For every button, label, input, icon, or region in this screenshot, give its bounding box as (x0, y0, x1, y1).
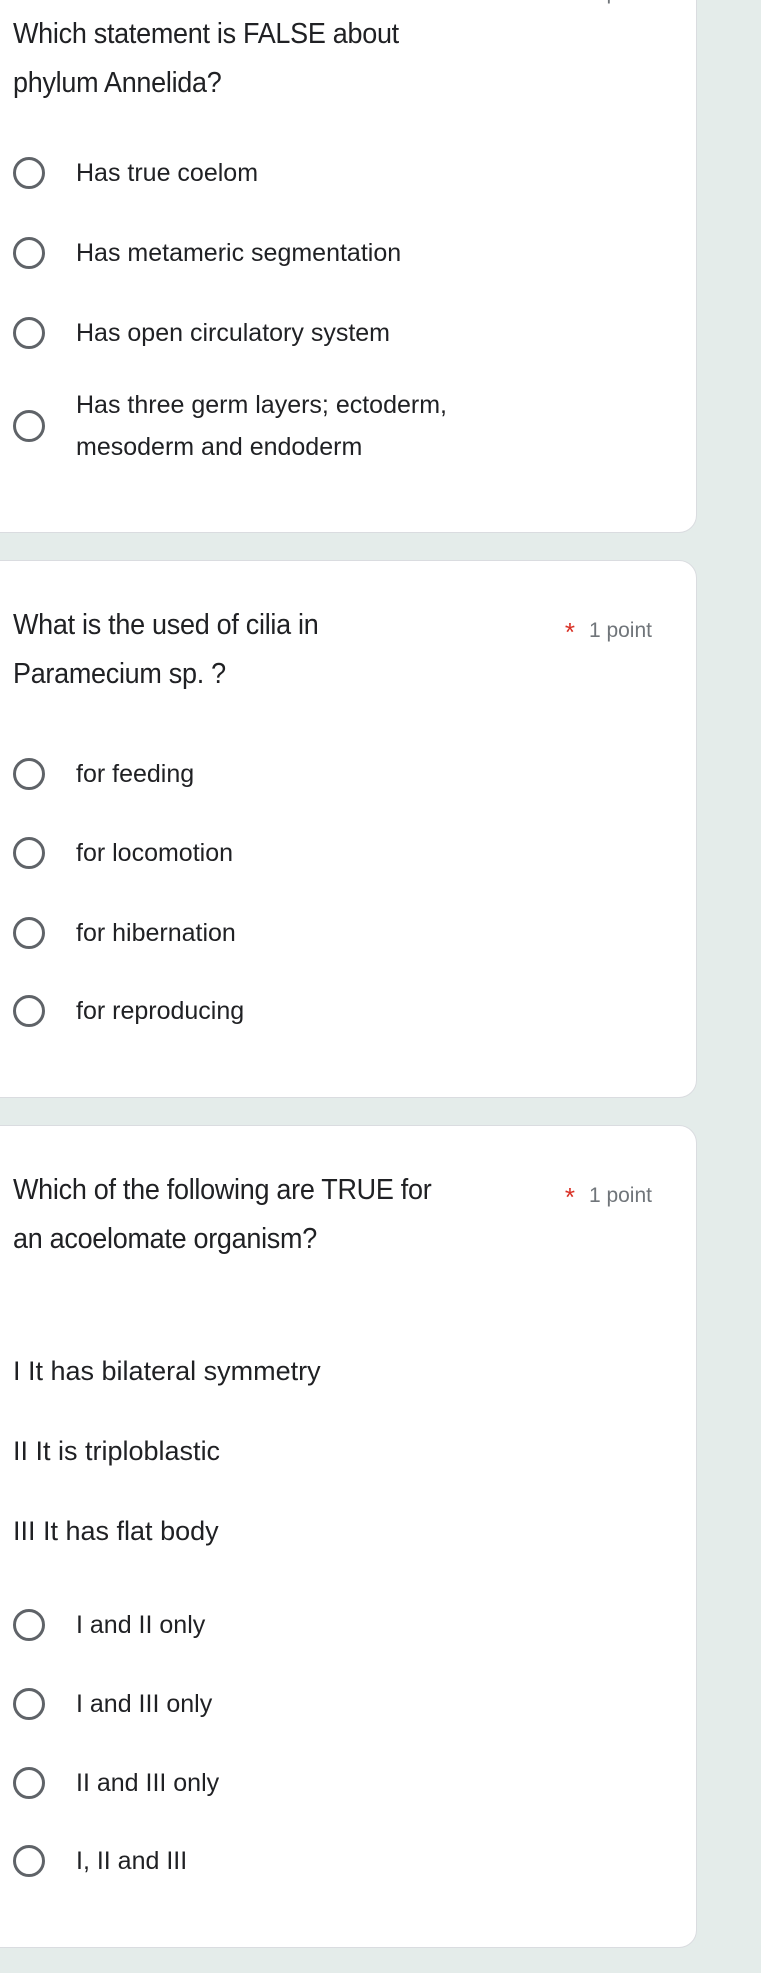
radio-button-icon[interactable] (13, 758, 45, 790)
question-title: What is the used of cilia in Paramecium … (13, 609, 319, 690)
statement-2: II It is triploblastic (13, 1436, 221, 1466)
radio-option[interactable]: Has three germ layers; ectoderm, mesoder… (13, 384, 453, 468)
question-points: * 1 point (564, 1178, 652, 1212)
question-points: * 1 point (564, 613, 652, 647)
points-label: 1 point (589, 0, 652, 4)
radio-button-icon[interactable] (13, 1688, 45, 1720)
required-asterisk: * (564, 1182, 575, 1212)
option-label: Has metameric segmentation (76, 239, 402, 267)
question-points: * 1 point (565, 0, 652, 9)
radio-button-icon[interactable] (13, 837, 45, 869)
radio-option[interactable]: I, II and III (13, 1840, 187, 1882)
required-asterisk: * (564, 617, 575, 647)
option-label: for reproducing (76, 997, 245, 1025)
radio-button-icon[interactable] (13, 237, 45, 269)
radio-button-icon[interactable] (13, 1767, 45, 1799)
radio-option[interactable]: II and III only (13, 1762, 219, 1804)
option-label: for hibernation (76, 919, 236, 947)
radio-button-icon[interactable] (13, 917, 45, 949)
radio-option[interactable]: for locomotion (13, 832, 233, 874)
option-label: I and II only (76, 1611, 206, 1639)
radio-button-icon[interactable] (13, 995, 45, 1027)
radio-option[interactable]: Has metameric segmentation (13, 232, 401, 274)
points-label: 1 point (588, 619, 652, 642)
option-label: Has true coelom (76, 159, 259, 187)
radio-button-icon[interactable] (13, 157, 45, 189)
radio-option[interactable]: I and II only (13, 1604, 205, 1646)
option-label: II and III only (76, 1769, 220, 1797)
question-card-1: * 1 point Which statement is FALSE about … (0, 0, 697, 533)
required-asterisk: * (565, 0, 575, 9)
option-label: I and III only (76, 1690, 213, 1718)
radio-option[interactable]: for reproducing (13, 990, 244, 1032)
points-label: 1 point (588, 1184, 652, 1207)
question-title: Which of the following are TRUE for an a… (13, 1174, 432, 1255)
radio-button-icon[interactable] (13, 317, 45, 349)
option-label: for locomotion (76, 839, 234, 867)
radio-button-icon[interactable] (13, 410, 45, 442)
option-label: for feeding (76, 760, 195, 788)
radio-option[interactable]: Has true coelom (13, 152, 258, 194)
radio-option[interactable]: for hibernation (13, 912, 236, 954)
statement-3: III It has flat body (13, 1516, 219, 1546)
option-label: Has open circulatory system (76, 319, 391, 347)
radio-option[interactable]: I and III only (13, 1683, 212, 1725)
radio-button-icon[interactable] (13, 1845, 45, 1877)
question-card-3: Which of the following are TRUE for an a… (0, 1125, 697, 1948)
option-label: I, II and III (76, 1847, 188, 1875)
option-label: Has three germ layers; ectoderm, mesoder… (76, 391, 447, 461)
radio-option[interactable]: Has open circulatory system (13, 312, 390, 354)
question-title: Which statement is FALSE about phylum An… (13, 18, 399, 99)
radio-option[interactable]: for feeding (13, 753, 194, 795)
question-card-2: What is the used of cilia in Paramecium … (0, 560, 697, 1098)
radio-button-icon[interactable] (13, 1609, 45, 1641)
statement-1: I It has bilateral symmetry (13, 1356, 321, 1386)
